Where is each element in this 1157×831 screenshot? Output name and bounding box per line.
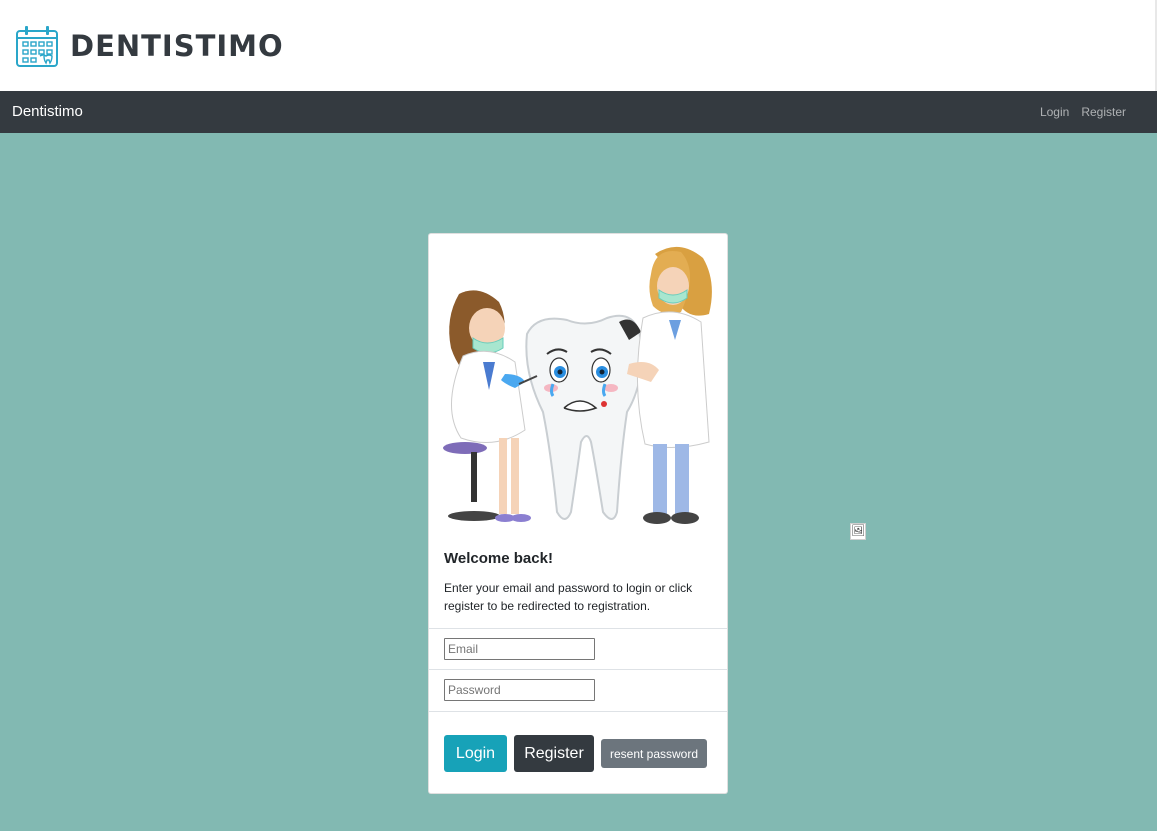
email-row [429, 628, 727, 670]
password-row [429, 669, 727, 711]
register-button[interactable]: Register [514, 735, 594, 772]
logo-header: DENTISTIMO [0, 0, 1157, 91]
broken-image-icon: 🖼 [850, 523, 866, 540]
dentists-tooth-illustration [443, 246, 712, 524]
logo-text: DENTISTIMO [70, 29, 284, 63]
calendar-tooth-icon [16, 26, 58, 67]
login-card: Welcome back! Enter your email and passw… [428, 233, 728, 794]
navbar: Dentistimo Login Register [0, 91, 1157, 133]
navbar-links: Login Register [1040, 91, 1126, 133]
nav-login-link[interactable]: Login [1040, 105, 1069, 119]
email-input[interactable] [444, 638, 595, 660]
reset-password-button[interactable]: resent password [601, 739, 707, 768]
navbar-brand[interactable]: Dentistimo [12, 91, 83, 133]
nav-register-link[interactable]: Register [1081, 105, 1126, 119]
card-description: Enter your email and password to login o… [444, 581, 693, 613]
card-title: Welcome back! [444, 550, 553, 567]
login-button[interactable]: Login [444, 735, 507, 772]
password-input[interactable] [444, 679, 595, 701]
button-row: Login Register resent password [429, 711, 727, 793]
